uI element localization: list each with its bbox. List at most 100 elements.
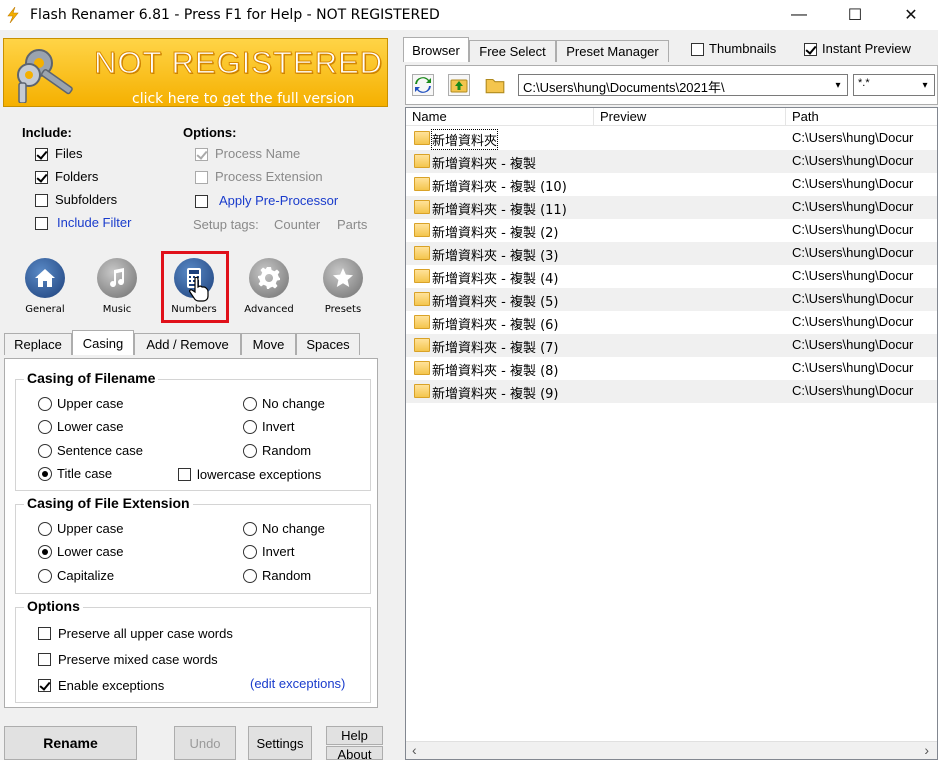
tab-add-remove[interactable]: Add / Remove	[134, 333, 241, 355]
file-path: C:\Users\hung\Docur	[792, 222, 914, 237]
tab-free-select[interactable]: Free Select	[469, 40, 556, 62]
parts-link[interactable]: Parts	[337, 217, 367, 232]
table-row[interactable]: 新增資料夾 - 複製 (7) C:\Users\hung\Docur	[406, 334, 937, 357]
close-button[interactable]: ✕	[888, 0, 934, 30]
column-preview[interactable]: Preview	[594, 108, 786, 126]
about-button[interactable]: About	[326, 746, 383, 760]
preserve-upper-label: Preserve all upper case words	[58, 626, 233, 641]
path-input[interactable]: C:\Users\hung\Documents\2021年\	[518, 74, 848, 96]
filename-nochange-radio[interactable]	[243, 397, 257, 411]
filename-sentence-radio[interactable]	[38, 444, 52, 458]
browse-folder-button[interactable]	[484, 74, 506, 96]
process-extension-checkbox[interactable]	[195, 171, 208, 184]
apply-preprocessor-checkbox[interactable]	[195, 195, 208, 208]
edit-exceptions-link[interactable]: (edit exceptions)	[250, 676, 345, 691]
ext-nochange-radio[interactable]	[243, 522, 257, 536]
filename-random-radio[interactable]	[243, 444, 257, 458]
tab-casing[interactable]: Casing	[72, 330, 134, 355]
scroll-right-arrow-icon[interactable]: ›	[924, 742, 929, 758]
rename-button[interactable]: Rename	[4, 726, 137, 760]
file-path: C:\Users\hung\Docur	[792, 153, 914, 168]
filter-dropdown-chevron-icon[interactable]: ▾	[916, 75, 934, 95]
right-panel: Browser Free Select Preset Manager Thumb…	[401, 30, 938, 760]
advanced-category-button[interactable]	[249, 258, 289, 298]
ext-lower-radio[interactable]	[38, 545, 52, 559]
file-path: C:\Users\hung\Docur	[792, 360, 914, 375]
file-name: 新增資料夾 - 複製	[432, 157, 536, 172]
tab-browser[interactable]: Browser	[403, 37, 469, 62]
ext-invert-radio[interactable]	[243, 545, 257, 559]
file-path: C:\Users\hung\Docur	[792, 337, 914, 352]
music-category-button[interactable]	[97, 258, 137, 298]
folder-icon	[485, 78, 505, 94]
table-row[interactable]: 新增資料夾 - 複製 (3) C:\Users\hung\Docur	[406, 242, 937, 265]
enable-exceptions-label: Enable exceptions	[58, 678, 165, 693]
apply-preprocessor-link[interactable]: Apply Pre-Processor	[219, 193, 338, 208]
subfolders-checkbox[interactable]	[35, 194, 48, 207]
ext-capitalize-radio[interactable]	[38, 569, 52, 583]
flash-bolt-icon	[7, 7, 19, 23]
ext-random-radio[interactable]	[243, 569, 257, 583]
refresh-button[interactable]	[412, 74, 434, 96]
table-row[interactable]: 新增資料夾 - 複製 (5) C:\Users\hung\Docur	[406, 288, 937, 311]
include-filter-link[interactable]: Include Filter	[57, 215, 131, 230]
path-dropdown-chevron-icon[interactable]: ▾	[829, 75, 847, 95]
filename-lower-radio[interactable]	[38, 420, 52, 434]
go-up-button[interactable]	[448, 74, 470, 96]
filename-title-radio[interactable]	[38, 467, 52, 481]
get-full-version-link[interactable]: click here to get the full version	[132, 91, 354, 107]
include-filter-checkbox[interactable]	[35, 217, 48, 230]
help-button[interactable]: Help	[326, 726, 383, 745]
window-title: Flash Renamer 6.81 - Press F1 for Help -…	[30, 7, 440, 23]
table-row[interactable]: 新增資料夾 - 複製 (11) C:\Users\hung\Docur	[406, 196, 937, 219]
options-group-title: Options	[24, 598, 83, 614]
folders-checkbox[interactable]	[35, 171, 48, 184]
tab-replace[interactable]: Replace	[4, 333, 72, 355]
undo-button[interactable]: Undo	[174, 726, 236, 760]
lowercase-exceptions-checkbox[interactable]	[178, 468, 191, 481]
files-checkbox[interactable]	[35, 148, 48, 161]
ext-upper-radio[interactable]	[38, 522, 52, 536]
table-row[interactable]: 新增資料夾 - 複製 C:\Users\hung\Docur	[406, 150, 937, 173]
file-path: C:\Users\hung\Docur	[792, 199, 914, 214]
enable-exceptions-checkbox[interactable]	[38, 679, 51, 692]
minimize-button[interactable]: —	[776, 0, 822, 30]
table-row[interactable]: 新增資料夾 - 複製 (10) C:\Users\hung\Docur	[406, 173, 937, 196]
preserve-mixed-label: Preserve mixed case words	[58, 652, 218, 667]
column-name[interactable]: Name	[406, 108, 594, 126]
filename-upper-radio[interactable]	[38, 397, 52, 411]
numbers-highlight-box	[161, 251, 229, 323]
table-row[interactable]: 新增資料夾 - 複製 (9) C:\Users\hung\Docur	[406, 380, 937, 403]
filename-invert-radio[interactable]	[243, 420, 257, 434]
table-row[interactable]: 新增資料夾 - 複製 (4) C:\Users\hung\Docur	[406, 265, 937, 288]
tab-preset-manager[interactable]: Preset Manager	[556, 40, 669, 62]
counter-link[interactable]: Counter	[274, 217, 320, 232]
preserve-upper-checkbox[interactable]	[38, 627, 51, 640]
table-row[interactable]: 新增資料夾 - 複製 (2) C:\Users\hung\Docur	[406, 219, 937, 242]
ext-nochange-label: No change	[262, 521, 325, 536]
settings-button[interactable]: Settings	[248, 726, 312, 760]
thumbnails-checkbox[interactable]	[691, 43, 704, 56]
process-name-checkbox[interactable]	[195, 148, 208, 161]
ext-lower-label: Lower case	[57, 544, 124, 559]
file-list[interactable]: Name Preview Path 新增資料夾 C:\Users\hung\Doc…	[405, 107, 938, 760]
column-path[interactable]: Path	[786, 108, 937, 126]
instant-preview-checkbox[interactable]	[804, 43, 817, 56]
include-title: Include:	[22, 125, 72, 140]
not-registered-headline: NOT REGISTERED	[93, 45, 384, 81]
general-category-button[interactable]	[25, 258, 65, 298]
filename-invert-label: Invert	[262, 419, 295, 434]
maximize-button[interactable]: ☐	[832, 0, 878, 30]
file-name: 新增資料夾 - 複製 (2)	[432, 226, 559, 241]
table-row[interactable]: 新增資料夾 C:\Users\hung\Docur	[406, 127, 937, 150]
registration-banner[interactable]: NOT REGISTERED click here to get the ful…	[3, 38, 388, 107]
presets-category-button[interactable]	[323, 258, 363, 298]
tab-spaces[interactable]: Spaces	[296, 333, 360, 355]
table-row[interactable]: 新增資料夾 - 複製 (6) C:\Users\hung\Docur	[406, 311, 937, 334]
title-bar: Flash Renamer 6.81 - Press F1 for Help -…	[0, 0, 938, 30]
scroll-left-arrow-icon[interactable]: ‹	[412, 742, 417, 758]
horizontal-scrollbar[interactable]: ‹ ›	[406, 741, 937, 759]
preserve-mixed-checkbox[interactable]	[38, 653, 51, 666]
table-row[interactable]: 新增資料夾 - 複製 (8) C:\Users\hung\Docur	[406, 357, 937, 380]
tab-move[interactable]: Move	[241, 333, 296, 355]
